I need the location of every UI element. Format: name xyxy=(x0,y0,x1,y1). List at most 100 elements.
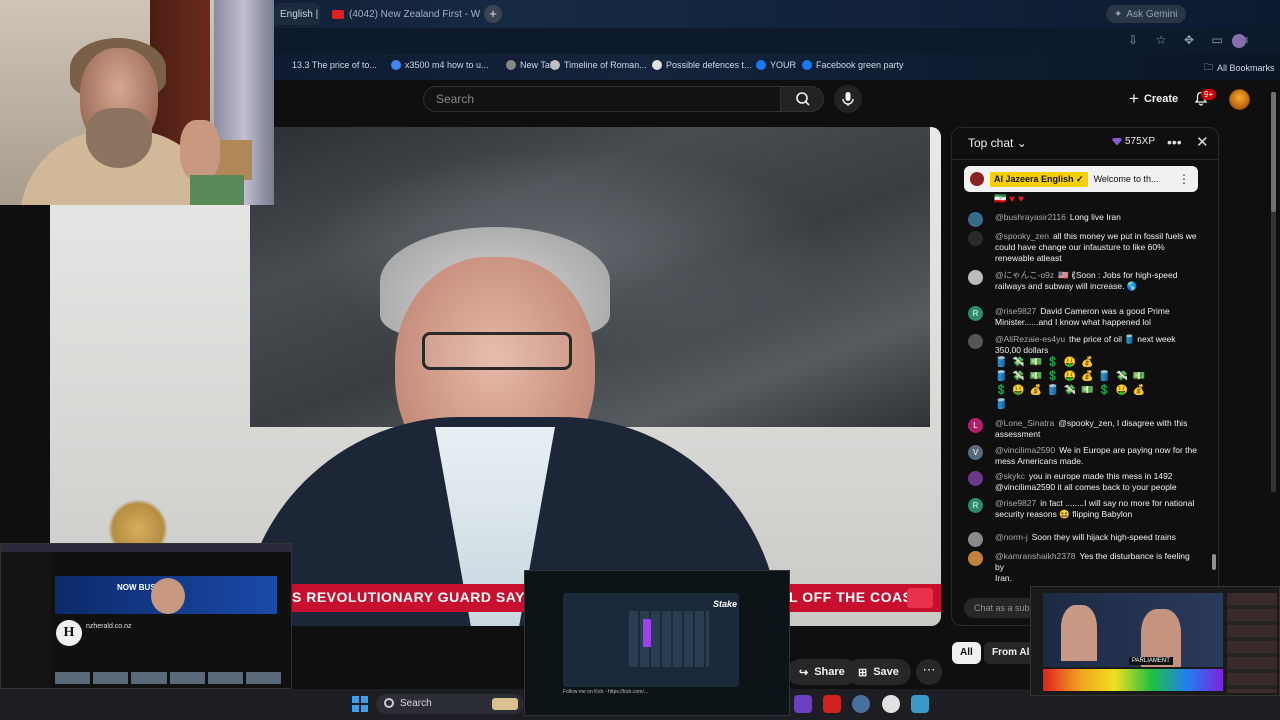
parliament-badge: PARLIAMENT xyxy=(1129,657,1173,665)
taskbar-search[interactable]: Search xyxy=(376,694,524,714)
chat-message: @kamranshaikh2378 Yes the disturbance is … xyxy=(968,551,1198,584)
emoji-line: 💲 🤑 💰 🛢️ 💸 💵 💲 🤑 💰 xyxy=(995,385,1147,396)
chat-author[interactable]: @rise9827 xyxy=(995,498,1036,508)
close-icon[interactable]: ✕ xyxy=(1196,133,1209,151)
account-avatar[interactable] xyxy=(1229,89,1250,110)
more-actions-button[interactable]: ⋯ xyxy=(916,659,942,685)
chat-header: Top chat ⌄ 575XP ••• ✕ xyxy=(952,128,1218,160)
bookmark-icon: ⊞ xyxy=(858,666,868,679)
create-button[interactable]: + Create xyxy=(1123,87,1184,111)
gemini-button[interactable]: ✦ Ask Gemini xyxy=(1106,5,1186,23)
taskbar-search-label: Search xyxy=(400,698,432,709)
taskbar-app-icon[interactable] xyxy=(823,695,841,713)
star-icon[interactable]: ☆ xyxy=(1154,33,1168,47)
window-thumbnail-nzherald[interactable]: NOW BUSINESS H nzherald.co.nz xyxy=(0,543,292,689)
webcam-object xyxy=(190,175,244,205)
facebook-icon xyxy=(802,60,812,70)
avatar xyxy=(968,270,983,285)
new-tab-button[interactable]: + xyxy=(484,5,502,23)
emoji-line: 🛢️ 💸 💵 💲 🤑 💰 xyxy=(995,357,1095,368)
windows-start-icon[interactable] xyxy=(352,696,368,712)
tab-label: English | L xyxy=(280,8,320,20)
bookmark-item[interactable]: Possible defences t... xyxy=(652,60,752,70)
search-icon xyxy=(384,698,394,708)
window-thumbnail-parliament[interactable]: PARLIAMENT xyxy=(1030,586,1280,696)
avatar xyxy=(968,231,983,246)
extension-icon[interactable]: ✥ xyxy=(1182,33,1196,47)
webcam-overlay xyxy=(0,0,274,205)
chat-author[interactable]: @bushrayasir2116 xyxy=(995,212,1066,222)
xp-badge[interactable]: 575XP xyxy=(1112,136,1155,147)
webcam-hand xyxy=(180,120,220,180)
more-options-icon[interactable]: ⋮ xyxy=(1178,172,1190,186)
chat-author[interactable]: @vincilima2590 xyxy=(995,445,1055,455)
plus-icon: + xyxy=(1129,89,1139,108)
chat-author[interactable]: @にゃんこ-o9z xyxy=(995,270,1054,280)
bookmark-label: Timeline of Roman... xyxy=(564,60,647,70)
chat-message: R @rise9827 in fact ........I will say no… xyxy=(968,498,1198,520)
bookmark-label: Facebook green party xyxy=(816,60,904,70)
taskbar-app-icon[interactable] xyxy=(794,695,812,713)
taskbar-app-icon[interactable] xyxy=(911,695,929,713)
chat-title: Top chat xyxy=(968,136,1014,150)
save-label: Save xyxy=(873,666,899,678)
browser-tab[interactable]: English | L ✕ xyxy=(274,3,320,25)
bookmark-label: 13.3 The price of to... xyxy=(292,60,377,70)
profile-avatar[interactable] xyxy=(1232,34,1246,48)
all-bookmarks-label: All Bookmarks xyxy=(1217,63,1275,73)
bookmark-label: Possible defences t... xyxy=(666,60,752,70)
bookmark-item[interactable]: 13.3 The price of to... xyxy=(292,60,377,70)
chat-text: Long live Iran xyxy=(1069,212,1121,222)
chat-author[interactable]: @skykc xyxy=(995,471,1025,481)
pinned-message[interactable]: Al Jazeera English ✓ Welcome to th... ⋮ xyxy=(964,166,1198,192)
thumbnail-video-row xyxy=(55,672,282,684)
chat-author[interactable]: @AliRezaie-es4yu xyxy=(995,334,1065,344)
search-button[interactable] xyxy=(780,86,824,112)
search-input[interactable]: Search xyxy=(423,86,781,112)
page-scrollbar[interactable] xyxy=(1271,92,1276,492)
more-options-icon[interactable]: ••• xyxy=(1167,134,1182,150)
chat-message: @norm-j Soon they will hijack high-speed … xyxy=(968,532,1198,547)
chat-author[interactable]: @kamranshaikh2378 xyxy=(995,551,1075,561)
google-icon xyxy=(391,60,401,70)
avatar xyxy=(968,532,983,547)
tab-label: (4042) New Zealand First - Wars xyxy=(349,8,480,20)
ticker-text-left: S REVOLUTIONARY GUARD SAYS xyxy=(292,589,535,605)
notification-badge: 9+ xyxy=(1201,89,1217,100)
gemini-label: Ask Gemini xyxy=(1126,8,1178,20)
chat-author[interactable]: @spooky_zen xyxy=(995,231,1049,241)
page-icon xyxy=(652,60,662,70)
window-thumbnail-stream[interactable]: Stake Follow me on Kick - https://kick.c… xyxy=(524,570,790,716)
create-label: Create xyxy=(1143,93,1179,105)
save-button[interactable]: ⊞ Save xyxy=(846,659,911,685)
page-icon xyxy=(550,60,560,70)
microphone-icon xyxy=(842,92,854,106)
chat-author[interactable]: @Lone_Sinatra xyxy=(995,418,1054,428)
bookmark-item[interactable]: YOUR xyxy=(756,60,796,70)
media-icon[interactable]: ▭ xyxy=(1210,33,1224,47)
chat-scrollbar[interactable] xyxy=(1212,554,1216,570)
bookmark-item[interactable]: Facebook green party xyxy=(802,60,904,70)
thumbnail-side-strip xyxy=(1227,593,1277,693)
settings-gear-icon[interactable] xyxy=(852,695,870,713)
chat-message: @skykc you in europe made this mess in 14… xyxy=(968,471,1198,493)
chip-all[interactable]: All xyxy=(952,642,981,664)
install-icon[interactable]: ⇩ xyxy=(1126,33,1140,47)
bookmark-item[interactable]: x3500 m4 how to u... xyxy=(391,60,489,70)
chat-message: @spooky_zen all this money we put in foss… xyxy=(968,231,1198,264)
subscribe-watermark-icon[interactable] xyxy=(907,588,933,608)
emoji-line: 🛢️ 💸 💵 💲 🤑 💰 🛢️ 💸 💵 xyxy=(995,371,1147,382)
all-bookmarks[interactable]: 🗀 All Bookmarks xyxy=(1204,60,1275,76)
bookmark-label: x3500 m4 how to u... xyxy=(405,60,489,70)
chat-author[interactable]: @norm-j xyxy=(995,532,1028,542)
bookmark-item[interactable]: New Tab xyxy=(506,60,555,70)
voice-search-button[interactable] xyxy=(834,85,862,113)
chat-author[interactable]: @rise9827 xyxy=(995,306,1036,316)
chevron-down-icon: ⌄ xyxy=(1016,136,1027,150)
chat-mode-dropdown[interactable]: Top chat ⌄ xyxy=(968,136,1027,150)
channel-name: Al Jazeera English xyxy=(994,173,1074,184)
bookmark-item[interactable]: Timeline of Roman... xyxy=(550,60,647,70)
pinned-text: Welcome to th... xyxy=(1093,174,1159,184)
taskbar-app-icon[interactable] xyxy=(882,695,900,713)
browser-tab[interactable]: (4042) New Zealand First - Wars xyxy=(326,3,480,25)
